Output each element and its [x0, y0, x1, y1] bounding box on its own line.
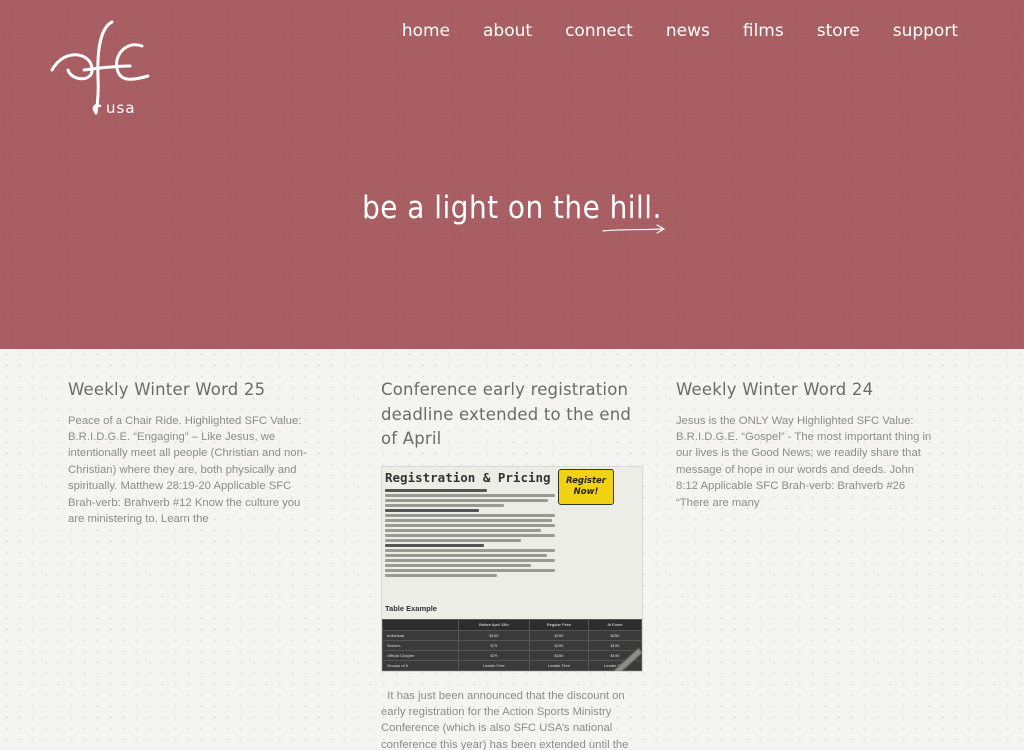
flyer-heading: Registration & Pricing: [385, 469, 551, 485]
post-excerpt: Peace of a Chair Ride. Highlighted SFC V…: [68, 414, 307, 525]
post-excerpt: It has just been announced that the disc…: [381, 689, 629, 750]
nav-about[interactable]: about: [483, 20, 532, 42]
nav-connect[interactable]: connect: [565, 20, 633, 42]
flyer-text-block: [385, 488, 555, 579]
hero-tagline: be a light on the hill.: [362, 190, 662, 226]
registration-flyer-image[interactable]: Registration & Pricing Register Now! Tab…: [381, 465, 643, 672]
table-row: Individual $169 $199 $250: [382, 629, 642, 641]
post-title[interactable]: Conference early registration deadline e…: [381, 378, 643, 452]
table-row: Official Chapter $79 $159 $199: [382, 649, 642, 661]
post-title[interactable]: Weekly Winter Word 24: [676, 378, 938, 403]
table-row: Seniors $79 $199 $199: [382, 639, 642, 651]
main-nav: home about connect news films store supp…: [369, 20, 958, 42]
register-now-badge: Register Now!: [558, 468, 614, 505]
nav-news[interactable]: news: [666, 20, 710, 42]
nav-films[interactable]: films: [743, 20, 784, 42]
post-card: Conference early registration deadline e…: [381, 378, 643, 750]
flyer-pricing-table: Before April 15th Regular Price At Event…: [382, 618, 642, 671]
post-card: Weekly Winter Word 24 Jesus is the ONLY …: [676, 378, 938, 511]
post-card: Weekly Winter Word 25 Peace of a Chair R…: [68, 378, 318, 527]
sfc-script-logo-icon: [50, 20, 150, 115]
nav-home[interactable]: home: [402, 20, 450, 42]
hero-banner: usa home about connect news films store …: [0, 0, 1024, 349]
table-row: Groups of 6 Leader Free Leader Free Lead…: [382, 659, 642, 671]
flyer-table-title: Table Example: [385, 603, 437, 613]
arrow-underline-icon: [602, 224, 666, 234]
post-title[interactable]: Weekly Winter Word 25: [68, 378, 318, 403]
nav-store[interactable]: store: [817, 20, 860, 42]
post-excerpt: Jesus is the ONLY Way Highlighted SFC Va…: [676, 414, 932, 509]
logo-subtitle: usa: [106, 99, 136, 117]
nav-support[interactable]: support: [893, 20, 958, 42]
